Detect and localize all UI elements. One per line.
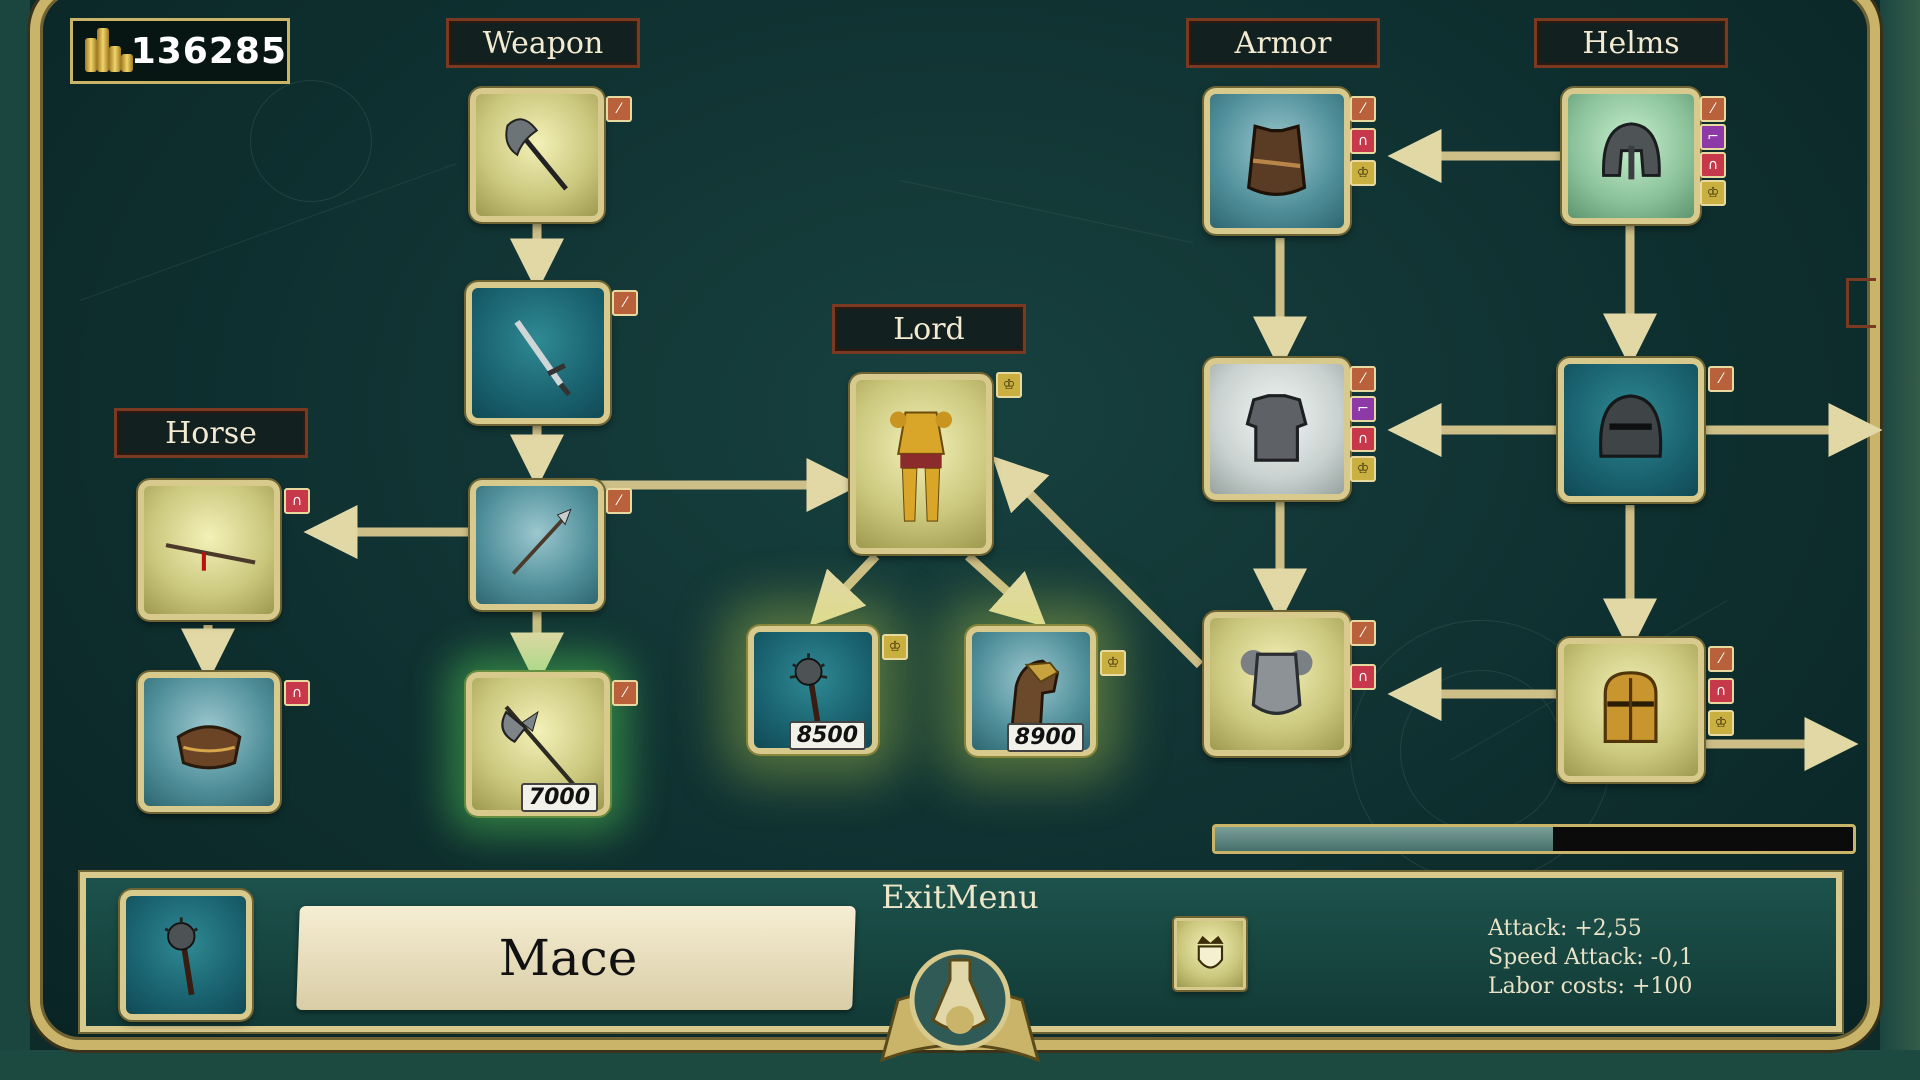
horseshoe-badge-icon: ∩ [1708, 678, 1734, 704]
battle-axe-icon [505, 118, 569, 191]
plate-armor-icon [1241, 650, 1313, 716]
category-label-lord: Lord [832, 304, 1026, 354]
crown-badge-icon: ♔ [882, 634, 908, 660]
leather-vest-icon [1247, 124, 1307, 197]
attack-badge-icon: ⁄ [606, 488, 632, 514]
stat-speed-attack: Speed Attack: -0,1 [1488, 945, 1694, 970]
great-helm-icon [1604, 671, 1658, 744]
horseshoe-badge-icon: ∩ [284, 488, 310, 514]
attack-badge-icon: ⁄ [1350, 96, 1376, 122]
tree-node-chainmail[interactable] [1204, 358, 1350, 500]
chainmail-icon [1246, 394, 1308, 462]
halberd-icon [501, 705, 577, 788]
horseshoe-badge-icon: ∩ [1350, 426, 1376, 452]
attack-badge-icon: ⁄ [612, 290, 638, 316]
book-flask-icon[interactable] [872, 920, 1048, 1070]
selected-item-icon-frame [120, 890, 252, 1020]
tree-node-saddle[interactable] [138, 672, 280, 812]
tree-node-axe[interactable] [470, 88, 604, 222]
spear-icon [512, 508, 572, 575]
tree-node-sword[interactable] [466, 282, 610, 424]
selected-item-name: Mace [498, 929, 638, 987]
mace-icon [164, 917, 199, 996]
horseshoe-badge-icon: ∩ [1700, 152, 1726, 178]
closed-helm-icon [1599, 394, 1663, 458]
mace-price: 8500 [788, 721, 866, 750]
lance-icon [165, 542, 256, 571]
saddle-icon [176, 725, 242, 770]
category-label-horse: Horse [114, 408, 308, 458]
sword-icon [514, 320, 572, 397]
crown-badge-icon: ♔ [1350, 160, 1376, 186]
tree-scrollbar-thumb[interactable] [1215, 827, 1554, 851]
exit-menu-label[interactable]: ExitMenu [870, 878, 1050, 916]
tree-node-halberd[interactable]: 7000 [466, 672, 610, 816]
crown-badge-icon: ♔ [1100, 650, 1126, 676]
attack-badge-icon: ⁄ [1350, 366, 1376, 392]
nasal-helm-icon [1601, 122, 1661, 180]
horseshoe-badge-icon: ∩ [1350, 128, 1376, 154]
tree-node-mace[interactable]: 8500 [748, 626, 878, 754]
speed-badge-icon: ⌐ [1700, 124, 1726, 150]
tree-node-plate-armor[interactable] [1204, 612, 1350, 756]
attack-badge-icon: ⁄ [1350, 620, 1376, 646]
attack-badge-icon: ⁄ [612, 680, 638, 706]
category-label-armor: Armor [1186, 18, 1380, 68]
tree-node-great-helm[interactable] [1558, 638, 1704, 782]
attack-badge-icon: ⁄ [1708, 366, 1734, 392]
tree-node-nasal-helm[interactable] [1562, 88, 1700, 224]
crown-badge-icon: ♔ [996, 372, 1022, 398]
offscreen-label-edge [1846, 278, 1876, 328]
attack-badge-icon: ⁄ [606, 96, 632, 122]
tree-node-closed-helm[interactable] [1558, 358, 1704, 502]
crown-shield-icon [1174, 918, 1246, 990]
horseshoe-badge-icon: ∩ [1350, 664, 1376, 690]
category-label-weapon: Weapon [446, 18, 640, 68]
gold-coins-icon [83, 26, 133, 76]
gold-counter: 136285 [70, 18, 290, 84]
barding-price: 8900 [1006, 723, 1084, 752]
tree-node-barding[interactable]: 8900 [966, 626, 1096, 756]
attack-badge-icon: ⁄ [1700, 96, 1726, 122]
stat-list: Attack: +2,55 Speed Attack: -0,1 Labor c… [1488, 914, 1693, 1001]
crown-badge-icon: ♔ [1350, 456, 1376, 482]
gold-amount: 136285 [130, 30, 287, 72]
tree-scrollbar[interactable] [1212, 824, 1856, 854]
stat-attack: Attack: +2,55 [1488, 916, 1642, 941]
stat-labor-costs: Labor costs: +100 [1488, 974, 1693, 999]
tree-node-lance[interactable] [138, 480, 280, 620]
attack-badge-icon: ⁄ [1708, 646, 1734, 672]
tree-node-leather-armor[interactable] [1204, 88, 1350, 234]
tree-node-spear[interactable] [470, 480, 604, 610]
halberd-price: 7000 [520, 783, 598, 812]
speed-badge-icon: ⌐ [1350, 396, 1376, 422]
category-label-helms: Helms [1534, 18, 1728, 68]
crown-badge-icon: ♔ [1708, 710, 1734, 736]
golden-armor-icon [889, 411, 953, 522]
tree-node-lord-armor[interactable] [850, 374, 992, 554]
horseshoe-badge-icon: ∩ [284, 680, 310, 706]
crown-badge-icon: ♔ [1700, 180, 1726, 206]
